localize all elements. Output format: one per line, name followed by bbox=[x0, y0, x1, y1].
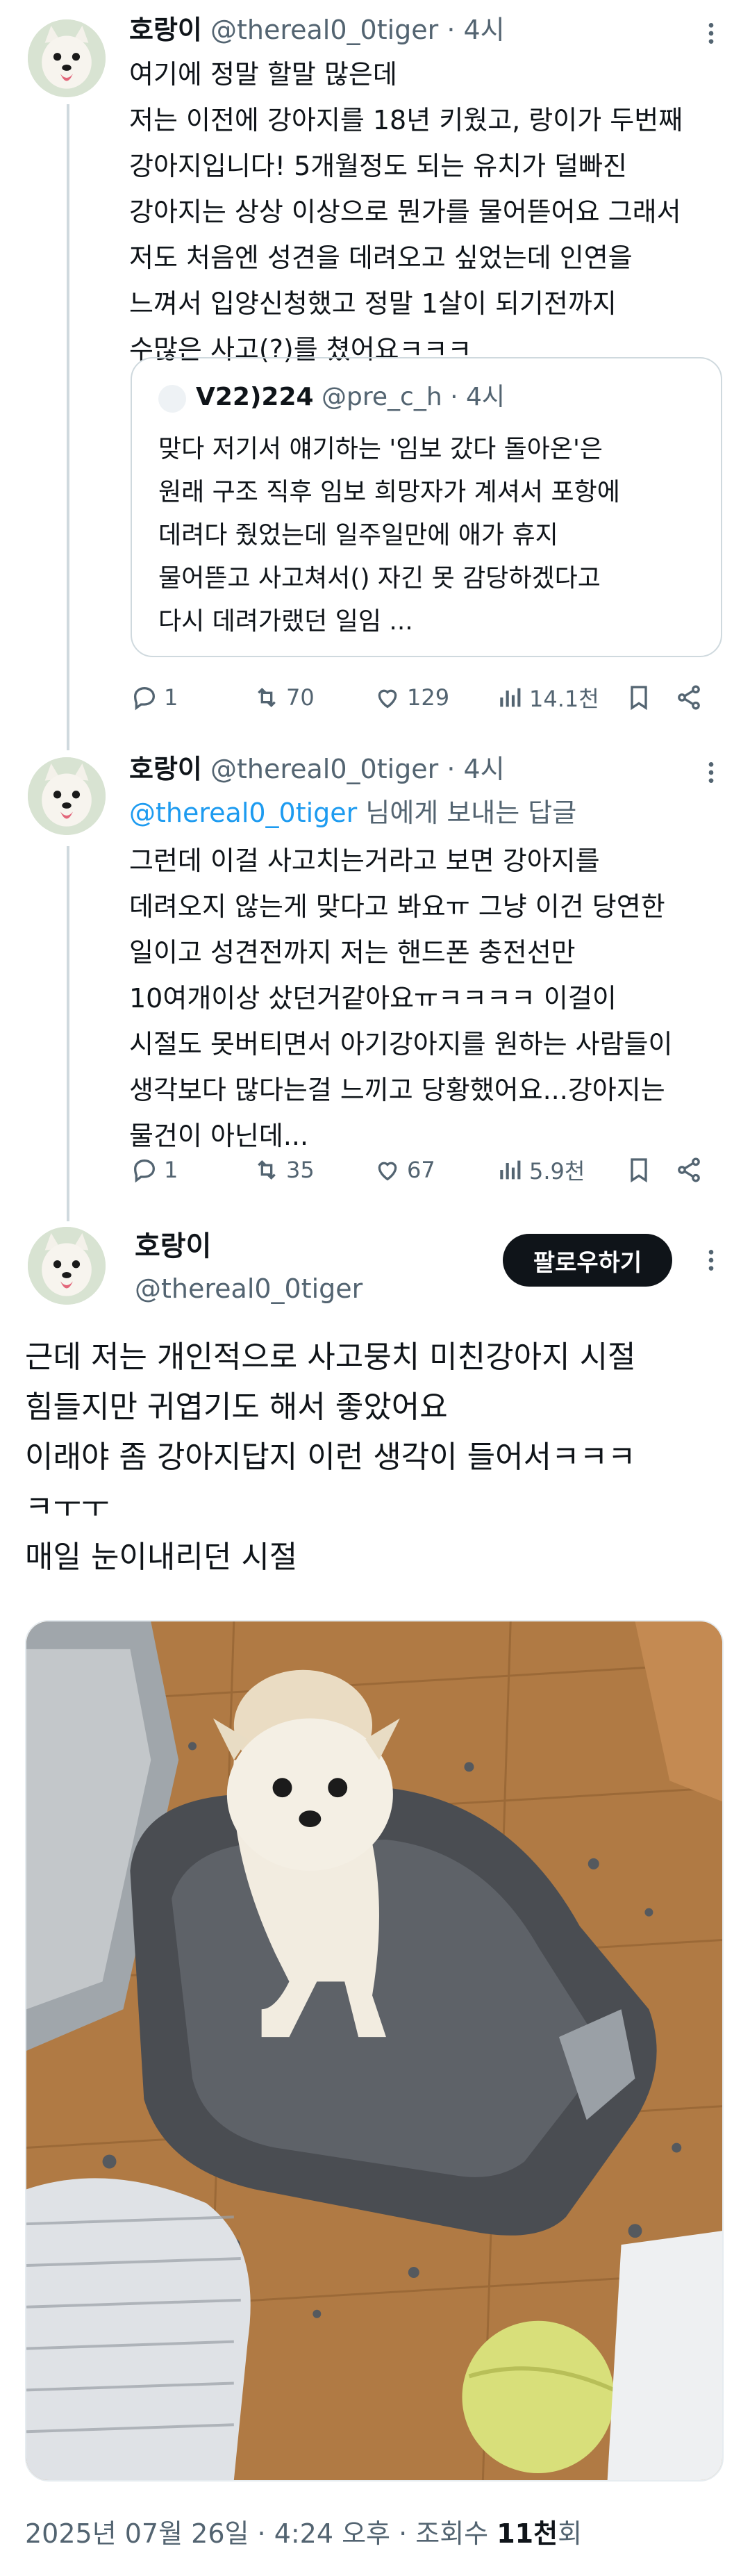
repost-count: 70 bbox=[286, 684, 315, 711]
share-button[interactable] bbox=[675, 1150, 708, 1189]
dog-on-cushion-image bbox=[26, 1621, 722, 2480]
more-icon[interactable] bbox=[697, 759, 725, 786]
more-icon[interactable] bbox=[697, 19, 725, 47]
quoted-post[interactable]: V22)224 @pre_c_h · 4시 맞다 저기서 얘기하는 '임보 갔다… bbox=[131, 357, 722, 657]
quote-avatar bbox=[158, 385, 186, 413]
avatar[interactable] bbox=[28, 757, 106, 835]
thread-line bbox=[67, 104, 69, 750]
views-button[interactable]: 14.1천 bbox=[496, 678, 599, 717]
like-count: 129 bbox=[407, 684, 450, 711]
display-name[interactable]: 호랑이 bbox=[129, 15, 202, 45]
like-icon bbox=[378, 689, 397, 709]
post-time[interactable]: · 4시 bbox=[447, 754, 504, 784]
post-text: 그런데 이걸 사고치는거라고 보면 강아지를 데려오지 않는게 맞다고 봐요ㅠ … bbox=[129, 845, 673, 1151]
share-button[interactable] bbox=[675, 678, 708, 717]
bookmark-button[interactable] bbox=[625, 678, 658, 717]
post-text: 근데 저는 개인적으로 사고뭉치 미친강아지 시절 힘들지만 귀엽기도 해서 좋… bbox=[25, 1339, 636, 1575]
post-timestamp[interactable]: 2025년 07월 26일 · 4:24 오후 · 조회수 11천회 bbox=[25, 2515, 582, 2552]
like-count: 67 bbox=[407, 1157, 435, 1183]
handle[interactable]: @thereal0_0tiger bbox=[210, 15, 438, 45]
repost-icon bbox=[258, 687, 276, 708]
reply-count: 1 bbox=[164, 1157, 178, 1183]
like-button[interactable]: 129 bbox=[374, 678, 449, 717]
handle[interactable]: @thereal0_0tiger bbox=[135, 1271, 362, 1306]
thread-line bbox=[67, 846, 69, 1221]
post-header: 호랑이 @thereal0_0tiger · 4시 bbox=[129, 13, 505, 47]
post-photo[interactable] bbox=[25, 1620, 724, 2482]
reply-icon bbox=[133, 686, 156, 711]
quote-display-name: V22)224 bbox=[196, 383, 314, 411]
like-button[interactable]: 67 bbox=[374, 1150, 435, 1189]
quote-time: · 4시 bbox=[450, 383, 506, 411]
like-icon bbox=[378, 1162, 397, 1181]
reply-suffix: 님에게 보내는 답글 bbox=[357, 798, 577, 828]
views-button[interactable]: 5.9천 bbox=[496, 1150, 585, 1189]
bookmark-icon bbox=[631, 1158, 647, 1183]
dog-avatar-image bbox=[28, 19, 106, 97]
share-icon bbox=[678, 1157, 700, 1182]
views-icon bbox=[500, 688, 521, 707]
view-count: 11천 bbox=[497, 2518, 558, 2549]
views-count: 14.1천 bbox=[529, 686, 599, 712]
reply-count: 1 bbox=[164, 684, 178, 711]
display-name[interactable]: 호랑이 bbox=[135, 1228, 211, 1264]
repost-icon bbox=[258, 1159, 276, 1180]
share-icon bbox=[678, 685, 700, 710]
action-bar: 1 35 67 5.9천 bbox=[131, 1150, 722, 1189]
action-bar: 1 70 129 14.1천 bbox=[131, 678, 722, 717]
dog-avatar-image bbox=[28, 1227, 106, 1305]
timestamp-text: 2025년 07월 26일 · 4:24 오후 · 조회수 bbox=[25, 2518, 497, 2549]
replying-to: @thereal0_0tiger 님에게 보내는 답글 bbox=[129, 793, 576, 832]
bookmark-icon bbox=[631, 686, 647, 711]
avatar[interactable] bbox=[28, 1227, 106, 1305]
more-icon[interactable] bbox=[697, 1246, 725, 1274]
reply-button[interactable]: 1 bbox=[131, 1150, 178, 1189]
views-count: 5.9천 bbox=[529, 1158, 585, 1184]
display-name[interactable]: 호랑이 bbox=[129, 754, 202, 784]
post-header: 호랑이 @thereal0_0tiger · 4시 bbox=[129, 752, 505, 786]
follow-button[interactable]: 팔로우하기 bbox=[503, 1234, 672, 1287]
repost-button[interactable]: 35 bbox=[253, 1150, 315, 1189]
reply-button[interactable]: 1 bbox=[131, 678, 178, 717]
dog-avatar-image bbox=[28, 757, 106, 835]
avatar[interactable] bbox=[28, 19, 106, 97]
bookmark-button[interactable] bbox=[625, 1150, 658, 1189]
post-text: 여기에 정말 할말 많은데 저는 이전에 강아지를 18년 키웠고, 랑이가 두… bbox=[129, 59, 683, 365]
reply-icon bbox=[133, 1159, 156, 1183]
quote-handle: @pre_c_h bbox=[322, 383, 442, 411]
reply-mention-link[interactable]: @thereal0_0tiger bbox=[129, 798, 357, 828]
post-time[interactable]: · 4시 bbox=[447, 15, 504, 45]
views-icon bbox=[500, 1160, 521, 1180]
repost-count: 35 bbox=[286, 1157, 315, 1183]
view-count-suffix: 회 bbox=[558, 2518, 583, 2549]
quote-text: 맞다 저기서 얘기하는 '임보 갔다 돌아온'은 원래 구조 직후 임보 희망자… bbox=[158, 435, 620, 636]
repost-button[interactable]: 70 bbox=[253, 678, 315, 717]
quote-header: V22)224 @pre_c_h · 4시 bbox=[196, 381, 505, 414]
handle[interactable]: @thereal0_0tiger bbox=[210, 754, 438, 784]
